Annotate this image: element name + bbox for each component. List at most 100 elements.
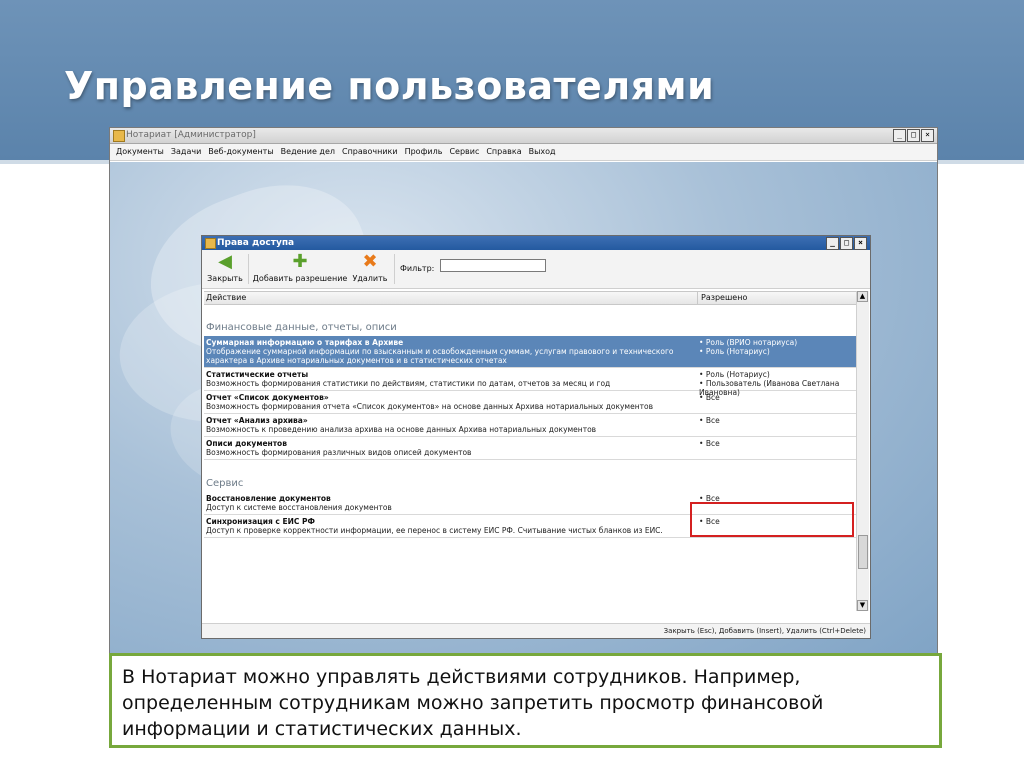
allowed-entry: • Все <box>699 416 855 425</box>
green-plus-icon: ✚ <box>292 251 308 272</box>
action-title: Статистические отчеты <box>206 370 309 379</box>
allowed-entry-text: Роль (ВРИО нотариуса) <box>705 338 798 347</box>
section-title: Сервис <box>206 478 244 489</box>
allowed-cell: • Все <box>697 437 856 450</box>
permission-row[interactable]: Описи документов Возможность формирования… <box>204 437 856 460</box>
main-window: Нотариат [Администратор] _ □ × Документы… <box>109 127 938 669</box>
allowed-entry: • Роль (ВРИО нотариуса) <box>699 338 855 347</box>
minimize-icon[interactable]: _ <box>893 129 906 142</box>
permission-row[interactable]: Отчет «Список документов» Возможность фор… <box>204 391 856 414</box>
toolbar-separator <box>248 254 249 284</box>
bullet-icon: • <box>699 439 706 448</box>
column-header-action[interactable]: Действие <box>206 292 246 304</box>
main-window-titlebar[interactable]: Нотариат [Администратор] _ □ × <box>110 128 937 144</box>
menu-item[interactable]: Документы <box>116 144 164 160</box>
menu-item[interactable]: Справка <box>486 144 521 160</box>
menu-item[interactable]: Выход <box>529 144 556 160</box>
allowed-entry-text: Роль (Нотариус) <box>705 370 770 379</box>
dialog-window-controls: _ □ × <box>826 237 867 250</box>
action-description: Отображение суммарной информации по взыс… <box>206 347 674 365</box>
delete-button[interactable]: ✖ Удалить <box>350 251 390 284</box>
action-cell: Суммарная информацию о тарифах в Архиве О… <box>204 336 694 367</box>
section-title: Финансовые данные, отчеты, описи <box>206 322 397 333</box>
action-description: Возможность формирования отчета «Список … <box>206 402 653 411</box>
allowed-cell: • Роль (ВРИО нотариуса) • Роль (Нотариус) <box>697 336 856 358</box>
menu-item[interactable]: Задачи <box>171 144 201 160</box>
delete-button-label: Удалить <box>352 274 388 283</box>
minimize-icon[interactable]: _ <box>826 237 839 250</box>
allowed-entry-text: Все <box>705 439 720 448</box>
menu-item[interactable]: Веб-документы <box>208 144 273 160</box>
filter-label: Фильтр: <box>400 264 435 273</box>
action-description: Доступ к системе восстановления документ… <box>206 503 392 512</box>
bullet-icon: • <box>699 379 706 388</box>
action-title: Отчет «Список документов» <box>206 393 329 402</box>
add-permission-label: Добавить разрешение <box>252 274 348 283</box>
action-cell: Восстановление документов Доступ к систем… <box>204 492 694 514</box>
action-cell: Отчет «Список документов» Возможность фор… <box>204 391 694 413</box>
action-title: Отчет «Анализ архива» <box>206 416 308 425</box>
shortcut-hints: Закрыть (Esc), Добавить (Insert), Удалит… <box>663 627 866 635</box>
allowed-cell: • Все <box>697 391 856 404</box>
dialog-titlebar[interactable]: Права доступа _ □ × <box>202 236 870 250</box>
action-cell: Отчет «Анализ архива» Возможность к прове… <box>204 414 694 436</box>
scroll-down-icon[interactable]: ▼ <box>857 600 868 611</box>
bullet-icon: • <box>699 416 706 425</box>
action-cell: Статистические отчеты Возможность формиро… <box>204 368 694 390</box>
close-button[interactable]: ◀ Закрыть <box>206 251 244 284</box>
window-controls: _ □ × <box>893 129 934 142</box>
dialog-statusbar: Закрыть (Esc), Добавить (Insert), Удалит… <box>202 623 870 638</box>
slide-caption: В Нотариат можно управлять действиями со… <box>109 653 942 748</box>
allowed-entry: • Все <box>699 439 855 448</box>
column-header-allowed[interactable]: Разрешено <box>697 292 859 304</box>
allowed-entry-text: Все <box>705 393 720 402</box>
action-description: Доступ к проверке корректности информаци… <box>206 526 663 535</box>
slide-title: Управление пользователями <box>64 64 715 108</box>
dialog-title: Права доступа <box>217 238 295 248</box>
menubar: Документы Задачи Веб-документы Ведение дел С… <box>110 144 937 161</box>
bullet-icon: • <box>699 370 706 379</box>
menu-item[interactable]: Профиль <box>405 144 443 160</box>
maximize-icon[interactable]: □ <box>907 129 920 142</box>
permission-row[interactable]: Отчет «Анализ архива» Возможность к прове… <box>204 414 856 437</box>
red-highlight-box <box>690 502 854 537</box>
filter-input[interactable] <box>440 259 546 272</box>
action-description: Возможность формирования различных видов… <box>206 448 472 457</box>
scroll-up-icon[interactable]: ▲ <box>857 291 868 302</box>
allowed-cell: • Все <box>697 414 856 427</box>
toolbar-separator <box>394 254 395 284</box>
bullet-icon: • <box>699 393 706 402</box>
scrollbar-thumb[interactable] <box>858 535 868 569</box>
action-title: Восстановление документов <box>206 494 331 503</box>
menu-item[interactable]: Сервис <box>449 144 479 160</box>
main-window-title: Нотариат [Администратор] <box>126 130 256 140</box>
permissions-grid: Финансовые данные, отчеты, описи Суммарна… <box>204 304 856 611</box>
action-description: Возможность формирования статистики по д… <box>206 379 611 388</box>
vertical-scrollbar[interactable]: ▲ ▼ <box>856 291 869 611</box>
permission-row[interactable]: Статистические отчеты Возможность формиро… <box>204 368 856 397</box>
close-icon[interactable]: × <box>921 129 934 142</box>
allowed-entry-text: Все <box>705 416 720 425</box>
green-left-arrow-icon: ◀ <box>218 251 232 272</box>
action-cell: Синхронизация с ЕИС РФ Доступ к проверке … <box>204 515 694 537</box>
allowed-entry: • Роль (Нотариус) <box>699 370 855 379</box>
dialog-icon <box>205 238 216 249</box>
action-cell: Описи документов Возможность формирования… <box>204 437 694 459</box>
permission-row[interactable]: Суммарная информацию о тарифах в Архиве О… <box>204 336 856 368</box>
grid-header: Действие Разрешено <box>204 291 868 305</box>
add-permission-button[interactable]: ✚ Добавить разрешение <box>252 251 348 284</box>
desktop-background: Права доступа _ □ × ◀ Закрыть ✚ Добавить… <box>110 162 937 668</box>
bullet-icon: • <box>699 338 706 347</box>
action-title: Синхронизация с ЕИС РФ <box>206 517 315 526</box>
action-description: Возможность к проведению анализа архива … <box>206 425 597 434</box>
allowed-entry: • Роль (Нотариус) <box>699 347 855 356</box>
allowed-entry-text: Роль (Нотариус) <box>705 347 770 356</box>
bullet-icon: • <box>699 347 706 356</box>
close-icon[interactable]: × <box>854 237 867 250</box>
orange-x-icon: ✖ <box>362 251 378 272</box>
menu-item[interactable]: Ведение дел <box>281 144 335 160</box>
app-icon <box>113 130 125 142</box>
menu-item[interactable]: Справочники <box>342 144 398 160</box>
access-rights-dialog: Права доступа _ □ × ◀ Закрыть ✚ Добавить… <box>201 235 871 639</box>
maximize-icon[interactable]: □ <box>840 237 853 250</box>
